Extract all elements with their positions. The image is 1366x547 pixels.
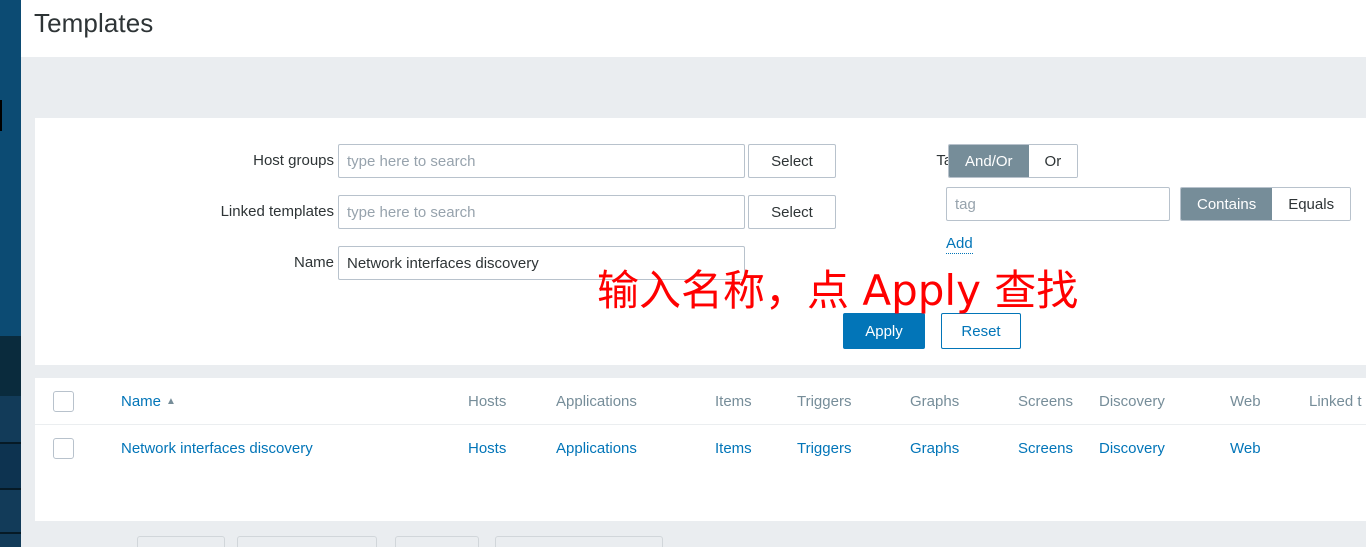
page-title: Templates	[34, 8, 154, 38]
cell-screens[interactable]: Screens	[1018, 425, 1073, 472]
footer-action-bar	[35, 536, 1366, 547]
table-row: Network interfaces discovery Hosts Appli…	[35, 425, 1366, 472]
filter-panel: Host groups Select Linked templates Sele…	[35, 118, 1366, 419]
cell-graphs[interactable]: Graphs	[910, 425, 959, 472]
footer-button-4[interactable]	[495, 536, 663, 547]
sidebar-segment-5	[0, 534, 21, 547]
sidebar-segment-4	[0, 490, 21, 532]
name-label: Name	[293, 254, 334, 271]
sidebar-active-indicator	[0, 100, 2, 131]
sidebar-segment-3	[0, 444, 21, 488]
footer-button-2[interactable]	[237, 536, 377, 547]
cell-name[interactable]: Network interfaces discovery	[121, 425, 313, 472]
tag-operator-contains[interactable]: Contains	[1181, 188, 1273, 220]
column-header-hosts[interactable]: Hosts	[468, 378, 506, 425]
column-header-name[interactable]: Name ▲	[121, 378, 176, 425]
sort-ascending-icon: ▲	[166, 396, 176, 407]
host-groups-input[interactable]	[338, 144, 745, 178]
apply-button[interactable]: Apply	[843, 313, 925, 349]
column-header-discovery[interactable]: Discovery	[1099, 378, 1165, 425]
templates-table: Name ▲ Hosts Applications Items Triggers …	[35, 378, 1366, 521]
column-header-items[interactable]: Items	[715, 378, 752, 425]
cell-hosts[interactable]: Hosts	[468, 425, 506, 472]
row-select-checkbox[interactable]	[53, 438, 74, 459]
tags-evaltype-or[interactable]: Or	[1028, 145, 1078, 177]
cell-triggers[interactable]: Triggers	[797, 425, 851, 472]
host-groups-select-button[interactable]: Select	[748, 144, 836, 178]
column-header-name-label: Name	[121, 393, 162, 410]
select-all-checkbox[interactable]	[53, 391, 74, 412]
tag-operator-equals[interactable]: Equals	[1272, 188, 1351, 220]
sidebar-segment-1	[0, 336, 21, 396]
linked-templates-label: Linked templates	[220, 203, 334, 220]
sidebar[interactable]	[0, 0, 21, 547]
column-header-linked-templates[interactable]: Linked t	[1309, 378, 1362, 425]
add-tag-link[interactable]: Add	[946, 235, 973, 254]
footer-button-1[interactable]	[137, 536, 225, 547]
cell-web[interactable]: Web	[1230, 425, 1261, 472]
column-header-applications[interactable]: Applications	[556, 378, 637, 425]
column-header-web[interactable]: Web	[1230, 378, 1261, 425]
column-header-screens[interactable]: Screens	[1018, 378, 1073, 425]
column-header-graphs[interactable]: Graphs	[910, 378, 959, 425]
cell-discovery[interactable]: Discovery	[1099, 425, 1165, 472]
tags-evaltype-toggle[interactable]: And/Or Or	[948, 144, 1079, 178]
linked-templates-select-button[interactable]: Select	[748, 195, 836, 229]
cell-applications[interactable]: Applications	[556, 425, 637, 472]
linked-templates-input[interactable]	[338, 195, 745, 229]
name-input[interactable]	[338, 246, 745, 280]
column-header-triggers[interactable]: Triggers	[797, 378, 851, 425]
host-groups-label: Host groups	[253, 152, 334, 169]
footer-button-3[interactable]	[395, 536, 479, 547]
page-header: Templates	[21, 0, 1366, 57]
templates-page: Templates Host groups Select Linked temp…	[0, 0, 1366, 547]
reset-button[interactable]: Reset	[941, 313, 1021, 349]
tag-operator-toggle[interactable]: Contains Equals	[1180, 187, 1352, 221]
cell-items[interactable]: Items	[715, 425, 752, 472]
tags-evaltype-andor[interactable]: And/Or	[949, 145, 1029, 177]
sidebar-segment-2	[0, 396, 21, 442]
tag-name-input[interactable]	[946, 187, 1170, 221]
table-header-row: Name ▲ Hosts Applications Items Triggers …	[35, 378, 1366, 425]
